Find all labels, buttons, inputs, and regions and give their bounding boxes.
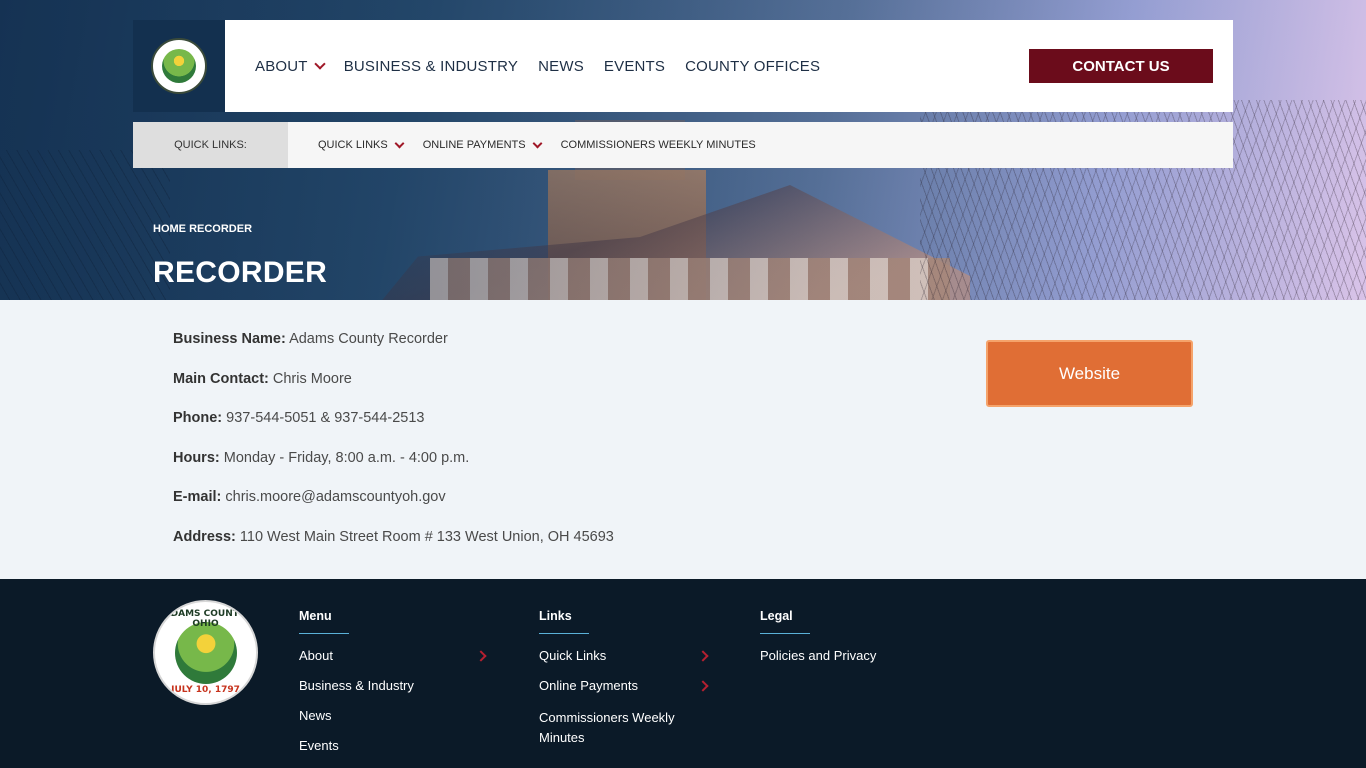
info-business-name: Business Name: Adams County Recorder [173, 331, 448, 347]
quick-links-dropdown[interactable]: QUICK LINKS [318, 138, 405, 151]
info-phone: Phone: 937-544-5051 & 937-544-2513 [173, 410, 425, 426]
nav-about[interactable]: ABOUT [255, 57, 326, 75]
breadcrumb-home[interactable]: HOME [153, 223, 186, 235]
info-email-value[interactable]: chris.moore@adamscountyoh.gov [225, 489, 445, 505]
info-main-contact-value: Chris Moore [272, 371, 352, 387]
quick-links-bar: QUICK LINKS: QUICK LINKS ONLINE PAYMENTS… [133, 122, 1233, 168]
footer-links-column: Links Quick Links Online Payments Commis… [539, 609, 711, 748]
nav-business-industry[interactable]: BUSINESS & INDUSTRY [344, 58, 518, 75]
info-main-contact: Main Contact: Chris Moore [173, 371, 352, 387]
footer-link-quick-links[interactable]: Quick Links [539, 648, 711, 678]
nav-news-label: NEWS [538, 57, 584, 75]
breadcrumb-current: RECORDER [189, 223, 253, 235]
footer-heading-underline [539, 633, 589, 634]
info-hours-value: Monday - Friday, 8:00 a.m. - 4:00 p.m. [223, 450, 470, 466]
footer-link-business-industry-label: Business & Industry [299, 678, 414, 693]
footer-link-about-label: About [299, 648, 333, 663]
footer-heading-underline [760, 633, 810, 634]
chevron-right-icon[interactable] [475, 650, 487, 662]
footer-legal-column: Legal Policies and Privacy [760, 609, 960, 678]
contact-us-button[interactable]: CONTACT US [1029, 49, 1213, 83]
chevron-down-icon [314, 57, 326, 70]
nav-events-label: EVENTS [603, 57, 666, 75]
chevron-right-icon[interactable] [697, 680, 709, 692]
info-address-value: 110 West Main Street Room # 133 West Uni… [239, 529, 614, 545]
seal-bottom-text: JULY 10, 1797 [171, 685, 240, 695]
footer-link-events-label: Events [299, 738, 339, 753]
quick-links-nav: QUICK LINKS ONLINE PAYMENTS COMMISSIONER… [318, 138, 776, 151]
info-main-contact-key: Main Contact: [173, 371, 269, 387]
online-payments-dropdown[interactable]: ONLINE PAYMENTS [422, 138, 543, 151]
county-seal-logo [151, 38, 207, 94]
info-address-key: Address: [173, 529, 236, 545]
info-business-name-value: Adams County Recorder [289, 331, 448, 347]
footer-link-commissioners-minutes[interactable]: Commissioners Weekly Minutes [539, 708, 689, 748]
main-nav: ABOUT BUSINESS & INDUSTRY NEWS EVENTS CO… [255, 20, 840, 112]
main-navbar: ABOUT BUSINESS & INDUSTRY NEWS EVENTS CO… [133, 20, 1233, 112]
online-payments-dropdown-label: ONLINE PAYMENTS [422, 139, 526, 151]
info-phone-value: 937-544-5051 & 937-544-2513 [226, 410, 425, 426]
footer-link-policies-privacy[interactable]: Policies and Privacy [760, 648, 960, 678]
nav-about-label: ABOUT [255, 57, 308, 75]
seal-top-text: ADAMS COUNTY, OHIO [163, 609, 248, 629]
nav-business-industry-label: BUSINESS & INDUSTRY [343, 57, 519, 75]
footer-logo-link[interactable]: ADAMS COUNTY, OHIO JULY 10, 1797 [153, 600, 258, 705]
seal-emblem [174, 621, 237, 684]
footer-link-policies-privacy-label: Policies and Privacy [760, 648, 877, 663]
website-button[interactable]: Website [986, 340, 1193, 407]
info-hours: Hours: Monday - Friday, 8:00 a.m. - 4:00… [173, 450, 469, 466]
footer: ADAMS COUNTY, OHIO JULY 10, 1797 Menu Ab… [0, 579, 1366, 768]
footer-links-heading: Links [539, 609, 572, 623]
footer-link-online-payments-label: Online Payments [539, 678, 638, 693]
footer-heading-underline [299, 633, 349, 634]
nav-county-offices-label: COUNTY OFFICES [685, 57, 821, 75]
footer-link-quick-links-label: Quick Links [539, 648, 607, 663]
page-title: RECORDER [153, 256, 328, 289]
footer-menu-column: Menu About Business & Industry News Even… [299, 609, 489, 768]
info-email-key: E-mail: [173, 489, 222, 505]
footer-link-news-label: News [299, 708, 332, 723]
chevron-down-icon [532, 138, 543, 148]
breadcrumb: HOME RECORDER [153, 223, 252, 235]
chevron-down-icon [394, 138, 405, 148]
footer-link-commissioners-minutes-label: Commissioners Weekly Minutes [539, 710, 675, 745]
nav-events[interactable]: EVENTS [604, 58, 665, 75]
footer-county-seal: ADAMS COUNTY, OHIO JULY 10, 1797 [153, 600, 258, 705]
footer-legal-heading: Legal [760, 609, 793, 623]
seal-emblem [162, 49, 196, 83]
footer-link-about[interactable]: About [299, 648, 489, 678]
commissioners-minutes-label: COMMISSIONERS WEEKLY MINUTES [560, 139, 756, 151]
info-business-name-key: Business Name: [173, 331, 286, 347]
footer-link-events[interactable]: Events [299, 738, 489, 768]
info-hours-key: Hours: [173, 450, 220, 466]
quick-links-dropdown-label: QUICK LINKS [318, 139, 388, 151]
nav-county-offices[interactable]: COUNTY OFFICES [685, 58, 820, 75]
logo-link[interactable] [133, 20, 225, 112]
quick-links-label: QUICK LINKS: [133, 122, 288, 168]
footer-menu-heading: Menu [299, 609, 332, 623]
info-address: Address: 110 West Main Street Room # 133… [173, 529, 614, 545]
info-phone-key: Phone: [173, 410, 223, 426]
footer-link-business-industry[interactable]: Business & Industry [299, 678, 489, 708]
footer-link-news[interactable]: News [299, 708, 489, 738]
chevron-right-icon[interactable] [697, 650, 709, 662]
commissioners-minutes-link[interactable]: COMMISSIONERS WEEKLY MINUTES [561, 139, 756, 151]
info-email: E-mail: chris.moore@adamscountyoh.gov [173, 489, 446, 505]
nav-news[interactable]: NEWS [538, 58, 584, 75]
footer-link-online-payments[interactable]: Online Payments [539, 678, 711, 708]
